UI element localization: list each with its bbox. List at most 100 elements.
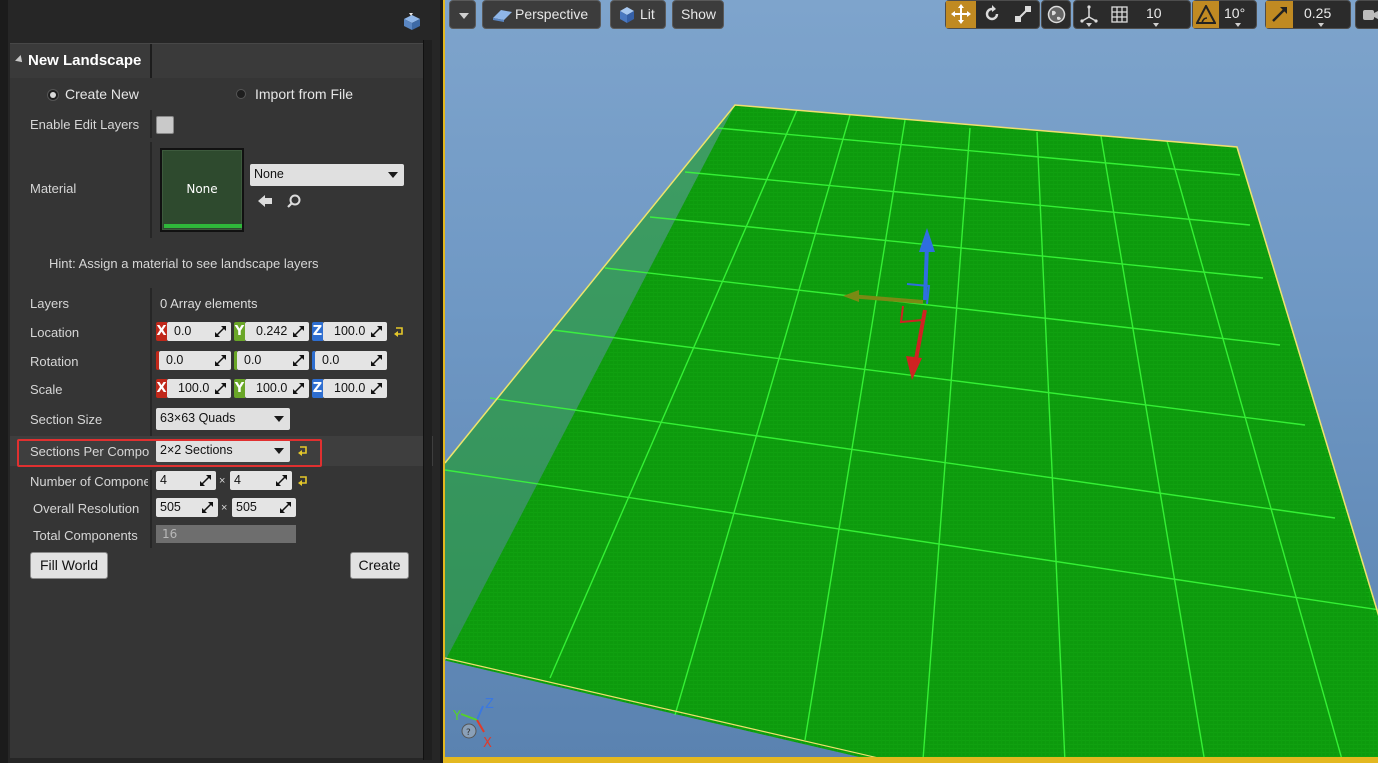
num-components-y-field[interactable]: 4	[230, 471, 292, 490]
header-divider	[150, 44, 152, 79]
browse-search-icon[interactable]	[286, 193, 302, 209]
rotation-snap-toggle[interactable]	[1193, 1, 1219, 28]
scale-y-field[interactable]: 100.0	[245, 379, 309, 398]
spinner-drag-icon[interactable]	[370, 325, 383, 338]
location-y-field[interactable]: 0.242	[245, 322, 309, 341]
collapse-arrow-icon[interactable]	[15, 55, 25, 65]
rotation-y-value: 0.0	[244, 353, 262, 367]
z-axis-marker: Z	[312, 322, 323, 341]
chevron-down-icon	[1318, 23, 1324, 27]
use-selected-arrow-icon[interactable]	[257, 193, 273, 209]
import-from-file-label[interactable]: Import from File	[255, 86, 353, 102]
scale-z-value: 100.0	[334, 381, 366, 395]
surface-snap-toggle[interactable]	[1074, 1, 1104, 28]
grid-snap-value-dropdown[interactable]: 10	[1136, 1, 1190, 28]
z-axis-marker: Z	[312, 379, 323, 398]
section-size-value: 63×63 Quads	[160, 411, 236, 425]
scale-snap-icon	[1272, 7, 1287, 22]
landscape-scene[interactable]	[445, 0, 1378, 763]
panel-scrollbar[interactable]	[423, 40, 432, 760]
show-button[interactable]: Show	[672, 0, 724, 29]
scale-snap-value-dropdown[interactable]: 0.25	[1294, 1, 1350, 28]
rotation-z-value: 0.0	[322, 353, 340, 367]
material-thumbnail[interactable]: None	[160, 148, 244, 232]
chevron-down-icon	[1153, 23, 1159, 27]
scale-z-field[interactable]: 100.0	[323, 379, 387, 398]
section-size-combo[interactable]: 63×63 Quads	[156, 408, 290, 430]
viewport-options-button[interactable]	[449, 0, 476, 29]
new-landscape-header[interactable]: New Landscape	[10, 43, 432, 79]
location-x-field[interactable]: 0.0	[167, 322, 231, 341]
num-components-y-value: 4	[234, 473, 241, 487]
create-button[interactable]: Create	[350, 552, 409, 579]
panel-menu-icon[interactable]	[400, 10, 424, 34]
spinner-drag-icon[interactable]	[292, 325, 305, 338]
grid-snap-icon	[1111, 6, 1128, 23]
translate-icon	[951, 4, 971, 24]
viewport-active-border	[445, 757, 1378, 763]
spinner-drag-icon[interactable]	[199, 474, 212, 487]
spinner-drag-icon[interactable]	[292, 382, 305, 395]
rotation-x-field[interactable]: 0.0	[159, 351, 231, 370]
rotation-y-field[interactable]: 0.0	[237, 351, 309, 370]
lit-cube-icon	[620, 7, 634, 23]
landscape-properties: Create New Import from File Enable Edit …	[10, 78, 433, 758]
svg-text:?: ?	[466, 728, 471, 738]
rotation-z-field[interactable]: 0.0	[315, 351, 387, 370]
spinner-drag-icon[interactable]	[275, 474, 288, 487]
scale-snap-value: 0.25	[1304, 5, 1332, 21]
axis-z-label: Z	[485, 697, 494, 712]
spinner-drag-icon[interactable]	[370, 382, 383, 395]
num-components-x-field[interactable]: 4	[156, 471, 216, 490]
material-combo-value: None	[254, 167, 284, 181]
overall-resolution-x-field[interactable]: 505	[156, 498, 218, 517]
x-axis-marker: X	[156, 379, 167, 398]
column-divider	[150, 288, 152, 436]
reset-to-default-icon[interactable]	[297, 475, 309, 487]
rotation-snap-group: 10°	[1192, 0, 1257, 29]
rotate-tool[interactable]	[977, 1, 1007, 28]
spinner-drag-icon[interactable]	[214, 382, 227, 395]
location-z-field[interactable]: 100.0	[323, 322, 387, 341]
material-hint: Hint: Assign a material to see landscape…	[49, 256, 319, 271]
fill-world-button[interactable]: Fill World	[30, 552, 108, 579]
translate-tool[interactable]	[946, 1, 976, 28]
axis-y-label: Y	[453, 709, 461, 724]
level-viewport[interactable]: Perspective Lit Show 10 10° 0.25 ? Z Y X	[443, 0, 1378, 763]
spinner-drag-icon[interactable]	[279, 501, 292, 514]
total-components-field: 16	[156, 525, 296, 543]
lit-button[interactable]: Lit	[610, 0, 666, 29]
layers-value: 0 Array elements	[160, 296, 258, 311]
spinner-drag-icon[interactable]	[201, 501, 214, 514]
total-components-label: Total Components	[33, 528, 138, 543]
spinner-drag-icon[interactable]	[370, 354, 383, 367]
import-from-file-radio[interactable]	[236, 89, 246, 99]
camera-speed-button[interactable]	[1355, 0, 1378, 29]
coordinate-space-button[interactable]	[1041, 0, 1071, 29]
perspective-button[interactable]: Perspective	[482, 0, 601, 29]
spinner-drag-icon[interactable]	[214, 354, 227, 367]
scale-x-field[interactable]: 100.0	[167, 379, 231, 398]
grid-snap-toggle[interactable]	[1105, 1, 1135, 28]
scale-tool[interactable]	[1008, 1, 1039, 28]
material-thumbnail-bar	[164, 224, 242, 228]
camera-speed-icon	[1363, 10, 1378, 20]
chevron-down-icon	[1086, 23, 1092, 27]
create-new-radio[interactable]	[47, 89, 59, 101]
show-label: Show	[681, 6, 717, 22]
reset-to-default-icon[interactable]	[393, 326, 405, 338]
world-local-icon	[1047, 5, 1066, 24]
scale-snap-toggle[interactable]	[1266, 1, 1293, 28]
rotation-snap-value-dropdown[interactable]: 10°	[1220, 1, 1256, 28]
spinner-drag-icon[interactable]	[292, 354, 305, 367]
scale-y-value: 100.0	[256, 381, 288, 395]
chevron-down-icon	[274, 416, 284, 422]
rotation-label: Rotation	[30, 354, 79, 369]
spinner-drag-icon[interactable]	[214, 325, 227, 338]
number-of-components-label: Number of Components	[30, 474, 148, 489]
overall-resolution-y-field[interactable]: 505	[232, 498, 296, 517]
material-label: Material	[30, 181, 77, 196]
enable-edit-layers-checkbox[interactable]	[156, 116, 174, 134]
material-combo[interactable]: None	[250, 164, 404, 186]
create-new-label[interactable]: Create New	[65, 86, 139, 102]
